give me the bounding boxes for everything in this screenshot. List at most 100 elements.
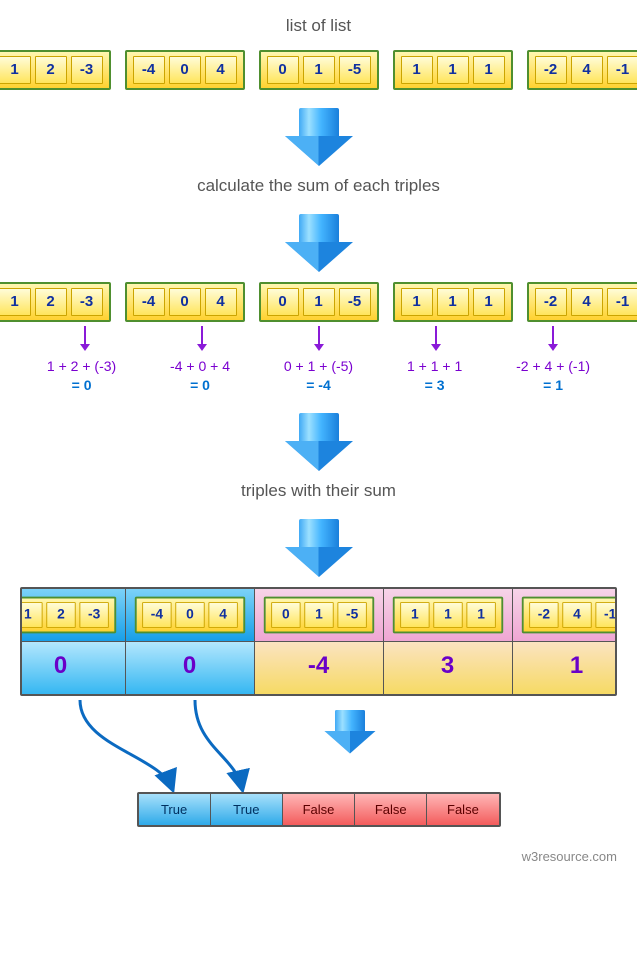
result-false: False bbox=[283, 794, 355, 825]
expression-text: -2 + 4 + (-1) bbox=[516, 357, 590, 376]
triple-group: 1 1 1 bbox=[392, 596, 502, 633]
arrow-down-small-icon bbox=[546, 326, 560, 351]
expression-result: = 3 bbox=[407, 376, 462, 395]
triple-value: 1 bbox=[304, 602, 333, 628]
sum-value: 0 bbox=[20, 641, 125, 694]
expression-text: 1 + 2 + (-3) bbox=[47, 357, 116, 376]
triple-group: 0 1 -5 bbox=[263, 596, 373, 633]
sum-value: 0 bbox=[126, 641, 254, 694]
triple-group: -2 4 -1 bbox=[527, 50, 637, 90]
arrow-down-icon bbox=[289, 519, 349, 577]
footer-attribution: w3resource.com bbox=[20, 849, 617, 864]
triple-value: -4 bbox=[133, 56, 165, 84]
triple-value: 1 bbox=[437, 56, 469, 84]
triple-value: -1 bbox=[607, 288, 637, 316]
sum-column-nonzero: 0 1 -5 -4 bbox=[255, 589, 384, 694]
arrow-down-icon bbox=[289, 214, 349, 272]
triple-value: -2 bbox=[535, 56, 567, 84]
sum-column-zero: -4 0 4 0 bbox=[126, 589, 255, 694]
triple-value: 1 bbox=[473, 56, 505, 84]
caption-with-sum: triples with their sum bbox=[20, 481, 617, 501]
triple-value: 1 bbox=[20, 602, 42, 628]
caption-list-of-list: list of list bbox=[20, 16, 617, 36]
triple-group: -2 4 -1 bbox=[521, 596, 617, 633]
triple-value: 0 bbox=[169, 288, 201, 316]
arrow-down-small-icon bbox=[195, 326, 209, 351]
triple-value: 1 bbox=[0, 56, 31, 84]
curve-arrows-icon bbox=[20, 696, 617, 792]
flow-arrow-down bbox=[20, 519, 617, 577]
expression-text: 1 + 1 + 1 bbox=[407, 357, 462, 376]
result-true: True bbox=[139, 794, 211, 825]
per-triple-arrows bbox=[26, 326, 611, 351]
triple-value: 0 bbox=[175, 602, 204, 628]
expression-result: = 0 bbox=[47, 376, 116, 395]
triple-value: 1 bbox=[401, 56, 433, 84]
triple-value: 1 bbox=[433, 602, 462, 628]
expression-text: 0 + 1 + (-5) bbox=[284, 357, 353, 376]
triple-value: -1 bbox=[607, 56, 637, 84]
arrow-down-small-icon bbox=[78, 326, 92, 351]
expression-block: 1 + 2 + (-3) = 0 bbox=[47, 357, 116, 395]
triple-value: -5 bbox=[337, 602, 366, 628]
triple-value: 2 bbox=[35, 288, 67, 316]
triple-value: -3 bbox=[71, 56, 103, 84]
triple-value: 1 bbox=[401, 288, 433, 316]
triple-group: 0 1 -5 bbox=[259, 282, 379, 322]
result-row: True True False False False bbox=[137, 792, 501, 827]
triple-value: 4 bbox=[571, 288, 603, 316]
triple-value: 4 bbox=[562, 602, 591, 628]
triple-group: 1 2 -3 bbox=[0, 282, 111, 322]
triple-value: 0 bbox=[267, 56, 299, 84]
triple-value: 0 bbox=[267, 288, 299, 316]
sum-value: 1 bbox=[513, 641, 618, 694]
arrow-down-icon bbox=[289, 413, 349, 471]
triple-value: -4 bbox=[133, 288, 165, 316]
result-false: False bbox=[427, 794, 498, 825]
result-true: True bbox=[211, 794, 283, 825]
sums-strip: 1 2 -3 0 -4 0 4 0 0 1 -5 bbox=[20, 587, 617, 696]
triple-value: 1 bbox=[473, 288, 505, 316]
connector-curves bbox=[20, 696, 617, 792]
expression-block: -4 + 0 + 4 = 0 bbox=[170, 357, 230, 395]
triple-group: 1 1 1 bbox=[393, 50, 513, 90]
arrow-down-small-icon bbox=[312, 326, 326, 351]
expressions-row: 1 + 2 + (-3) = 0 -4 + 0 + 4 = 0 0 + 1 + … bbox=[20, 357, 617, 395]
triple-value: 1 bbox=[303, 288, 335, 316]
triple-value: 4 bbox=[571, 56, 603, 84]
triple-value: 0 bbox=[271, 602, 300, 628]
triple-group: -4 0 4 bbox=[125, 50, 245, 90]
sum-column-zero: 1 2 -3 0 bbox=[20, 589, 126, 694]
triple-value: 4 bbox=[205, 288, 237, 316]
expression-text: -4 + 0 + 4 bbox=[170, 357, 230, 376]
triple-value: 1 bbox=[437, 288, 469, 316]
expression-result: = 0 bbox=[170, 376, 230, 395]
triple-value: -1 bbox=[595, 602, 617, 628]
arrow-down-icon bbox=[289, 108, 349, 166]
triple-value: 2 bbox=[35, 56, 67, 84]
expression-block: -2 + 4 + (-1) = 1 bbox=[516, 357, 590, 395]
triple-group: -4 0 4 bbox=[125, 282, 245, 322]
sum-column-nonzero: 1 1 1 3 bbox=[384, 589, 513, 694]
expression-block: 1 + 1 + 1 = 3 bbox=[407, 357, 462, 395]
triple-value: -5 bbox=[339, 288, 371, 316]
sum-value: 3 bbox=[384, 641, 512, 694]
arrow-down-icon bbox=[320, 710, 380, 768]
triple-value: -4 bbox=[142, 602, 171, 628]
sum-value: -4 bbox=[255, 641, 383, 694]
triple-value: -3 bbox=[71, 288, 103, 316]
input-triples-row: 1 2 -3 -4 0 4 0 1 -5 1 1 1 -2 4 -1 bbox=[20, 50, 617, 90]
triple-value: 2 bbox=[46, 602, 75, 628]
sum-column-nonzero: -2 4 -1 1 bbox=[513, 589, 618, 694]
triple-group: 1 2 -3 bbox=[0, 50, 111, 90]
triple-group: -4 0 4 bbox=[134, 596, 244, 633]
caption-calc-sum: calculate the sum of each triples bbox=[20, 176, 617, 196]
arrow-down-small-icon bbox=[429, 326, 443, 351]
triple-group: -2 4 -1 bbox=[527, 282, 637, 322]
triple-value: 1 bbox=[400, 602, 429, 628]
triple-value: 0 bbox=[169, 56, 201, 84]
triple-value: 4 bbox=[205, 56, 237, 84]
expression-result: = 1 bbox=[516, 376, 590, 395]
triple-value: 1 bbox=[0, 288, 31, 316]
expression-block: 0 + 1 + (-5) = -4 bbox=[284, 357, 353, 395]
